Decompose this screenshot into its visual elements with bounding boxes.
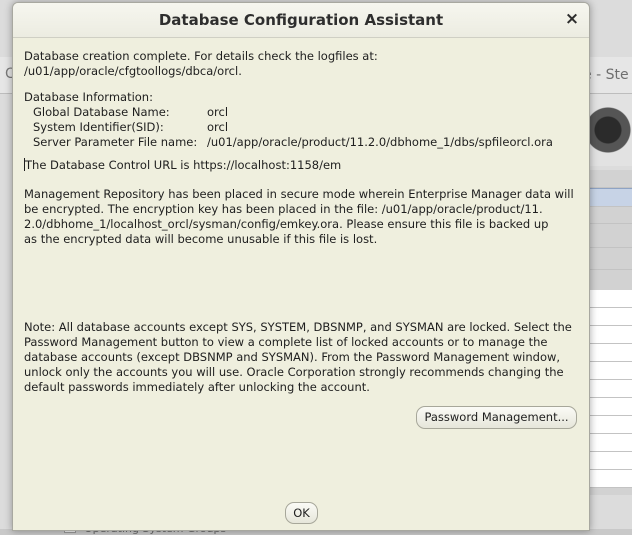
dbca-dialog: Database Configuration Assistant × Datab… — [12, 2, 590, 531]
info-label: Global Database Name: — [33, 105, 170, 119]
info-row-spfile: Server Parameter File name: /u01/app/ora… — [24, 135, 584, 150]
info-row-sid: System Identifier(SID): orcl — [24, 120, 584, 135]
background-row — [588, 206, 632, 224]
background-row — [588, 170, 632, 188]
note-line: database accounts (except DBSNMP and SYS… — [24, 350, 561, 364]
creation-line-2: /u01/app/oracle/cfgtoollogs/dbca/orcl. — [24, 64, 242, 78]
dialog-titlebar: Database Configuration Assistant × — [13, 3, 589, 38]
background-row — [588, 344, 632, 362]
note-line: Note: All database accounts except SYS, … — [24, 320, 572, 334]
password-management-button[interactable]: Password Management... — [416, 406, 577, 429]
background-row — [588, 380, 632, 398]
info-value: orcl — [207, 120, 229, 134]
background-row — [588, 362, 632, 380]
close-icon[interactable]: × — [563, 10, 581, 28]
background-row — [588, 398, 632, 416]
info-heading: Database Information: — [24, 90, 153, 104]
info-value: /u01/app/oracle/product/11.2.0/dbhome_1/… — [207, 135, 553, 149]
background-row — [588, 326, 632, 344]
gear-icon — [586, 94, 632, 166]
repository-line: as the encrypted data will become unusab… — [24, 232, 378, 246]
repository-line: be encrypted. The encryption key has bee… — [24, 202, 543, 216]
ok-button[interactable]: OK — [285, 502, 318, 524]
dialog-title: Database Configuration Assistant — [158, 11, 444, 29]
control-url-line: The Database Control URL is https://loca… — [24, 158, 584, 173]
creation-line-1: Database creation complete. For details … — [24, 49, 378, 63]
background-row — [588, 230, 632, 248]
repository-line: 2.0/dbhome_1/localhost_orcl/sysman/confi… — [24, 217, 549, 231]
background-row — [588, 308, 632, 326]
background-row — [588, 434, 632, 452]
note-line: default passwords immediately after unlo… — [24, 380, 370, 394]
control-url-text: The Database Control URL is https://loca… — [25, 158, 342, 172]
background-row — [588, 252, 632, 270]
info-row-global-db-name: Global Database Name: orcl — [24, 105, 584, 120]
background-row — [588, 290, 632, 308]
info-value: orcl — [207, 105, 229, 119]
dialog-message: Database creation complete. For details … — [24, 49, 584, 395]
info-label: Server Parameter File name: — [33, 135, 198, 149]
note-line: unlock only the accounts you will use. O… — [24, 365, 564, 379]
background-row — [588, 470, 632, 488]
note-line: Password Management button to view a com… — [24, 335, 548, 349]
background-row — [588, 452, 632, 470]
background-row — [588, 416, 632, 434]
info-label: System Identifier(SID): — [33, 120, 164, 134]
repository-line: Management Repository has been placed in… — [24, 187, 574, 201]
background-row-selected — [588, 188, 632, 207]
